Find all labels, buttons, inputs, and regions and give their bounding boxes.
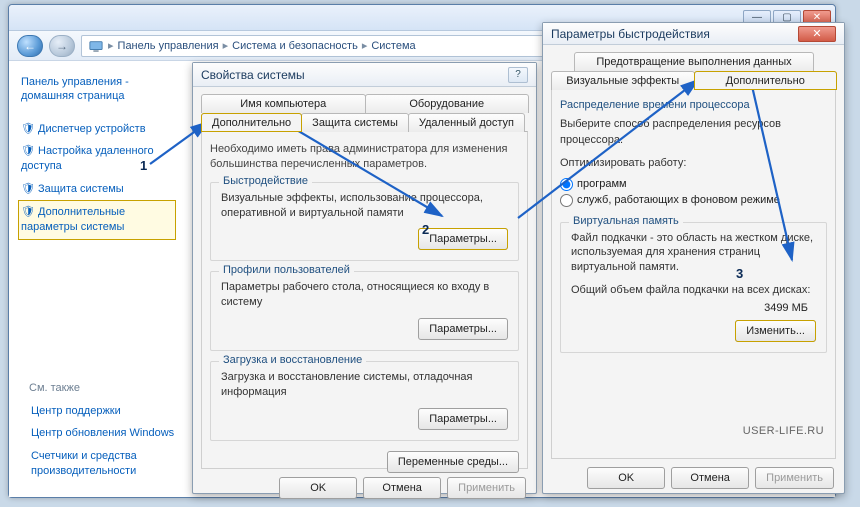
vm-total-value: 3499 МБ (764, 302, 808, 314)
admin-note: Необходимо иметь права администратора дл… (210, 142, 519, 172)
nav-forward-button[interactable]: → (49, 35, 75, 57)
vm-total-label: Общий объем файла подкачки на всех диска… (571, 283, 816, 298)
dlg2-title: Параметры быстродействия (551, 27, 710, 41)
tab-remote[interactable]: Удаленный доступ (408, 113, 525, 132)
shield-icon: 🛡 (21, 205, 35, 220)
group-profiles: Профили пользователей Параметры рабочего… (210, 271, 519, 351)
seealso-perf-counters[interactable]: Счетчики и средства производительности (29, 445, 199, 483)
tab-hardware[interactable]: Оборудование (365, 94, 530, 113)
dlg2-close-button[interactable]: ✕ (798, 26, 836, 42)
tab-perf-advanced[interactable]: Дополнительно (694, 71, 838, 90)
group-virtual-memory: Виртуальная память Файл подкачки - это о… (560, 222, 827, 354)
sidebar-home-link[interactable]: Панель управления - домашняя страница (19, 71, 175, 108)
group-profiles-title: Профили пользователей (219, 264, 354, 276)
tab-computer-name[interactable]: Имя компьютера (201, 94, 366, 113)
crumb-control-panel[interactable]: Панель управления (118, 40, 219, 52)
profiles-settings-button[interactable]: Параметры... (418, 318, 508, 340)
group-startup: Загрузка и восстановление Загрузка и вос… (210, 361, 519, 441)
crumb-sep: ▸ (108, 39, 114, 52)
annotation-3: 3 (736, 266, 743, 281)
radio-programs[interactable]: программ (560, 178, 627, 191)
dlg1-ok-button[interactable]: OK (279, 477, 357, 499)
radio-services[interactable]: служб, работающих в фоновом режиме (560, 194, 780, 207)
dlg1-cancel-button[interactable]: Отмена (363, 477, 441, 499)
dlg2-ok-button[interactable]: OK (587, 467, 665, 489)
sched-heading: Распределение времени процессора (560, 98, 827, 113)
seealso-action-center[interactable]: Центр поддержки (29, 400, 199, 423)
shield-icon: 🛡 (21, 182, 35, 197)
env-vars-button[interactable]: Переменные среды... (387, 451, 519, 473)
vm-change-button[interactable]: Изменить... (735, 320, 816, 342)
sidebar-item-remote[interactable]: 🛡Настройка удаленного доступа (19, 140, 175, 178)
see-also-section: См. также Центр поддержки Центр обновлен… (29, 382, 199, 483)
group-performance: Быстродействие Визуальные эффекты, испол… (210, 182, 519, 262)
annotation-2: 2 (422, 222, 429, 237)
annotation-1: 1 (140, 158, 147, 173)
group-startup-title: Загрузка и восстановление (219, 354, 366, 366)
seealso-windows-update[interactable]: Центр обновления Windows (29, 422, 199, 445)
tab-dep[interactable]: Предотвращение выполнения данных (574, 52, 814, 71)
dlg2-cancel-button[interactable]: Отмена (671, 467, 749, 489)
performance-settings-button[interactable]: Параметры... (418, 228, 508, 250)
group-performance-desc: Визуальные эффекты, использование процес… (221, 191, 508, 221)
group-startup-desc: Загрузка и восстановление системы, отлад… (221, 370, 508, 400)
dlg1-help-button[interactable]: ? (508, 67, 528, 83)
tab-visual-effects[interactable]: Визуальные эффекты (551, 71, 695, 90)
group-vm-title: Виртуальная память (569, 215, 683, 227)
sidebar-item-advanced[interactable]: 🛡Дополнительные параметры системы (19, 201, 175, 239)
tab-protection[interactable]: Защита системы (301, 113, 409, 132)
dlg1-apply-button[interactable]: Применить (447, 477, 526, 499)
sidebar-item-protection[interactable]: 🛡Защита системы (19, 178, 175, 201)
dlg1-title: Свойства системы (201, 68, 305, 82)
see-also-title: См. также (29, 382, 199, 394)
sidebar-item-device-manager[interactable]: 🛡Диспетчер устройств (19, 118, 175, 141)
nav-back-button[interactable]: ← (17, 35, 43, 57)
dlg1-titlebar: Свойства системы ? (193, 63, 536, 87)
tab-advanced[interactable]: Дополнительно (201, 113, 302, 132)
shield-icon: 🛡 (21, 144, 35, 159)
sched-opt-label: Оптимизировать работу: (560, 156, 827, 171)
crumb-system[interactable]: Система (371, 40, 415, 52)
performance-options-dialog: Параметры быстродействия ✕ Предотвращени… (542, 22, 845, 494)
sched-desc: Выберите способ распределения ресурсов п… (560, 117, 827, 148)
group-vm-desc: Файл подкачки - это область на жестком д… (571, 231, 816, 276)
group-profiles-desc: Параметры рабочего стола, относящиеся ко… (221, 280, 508, 310)
computer-icon (88, 38, 104, 54)
system-properties-dialog: Свойства системы ? Имя компьютера Оборуд… (192, 62, 537, 494)
shield-icon: 🛡 (21, 122, 35, 137)
startup-settings-button[interactable]: Параметры... (418, 408, 508, 430)
watermark: USER-LIFE.RU (743, 425, 824, 437)
dlg2-apply-button[interactable]: Применить (755, 467, 834, 489)
crumb-system-security[interactable]: Система и безопасность (232, 40, 358, 52)
group-performance-title: Быстродействие (219, 175, 312, 187)
dlg2-titlebar: Параметры быстродействия ✕ (543, 23, 844, 45)
